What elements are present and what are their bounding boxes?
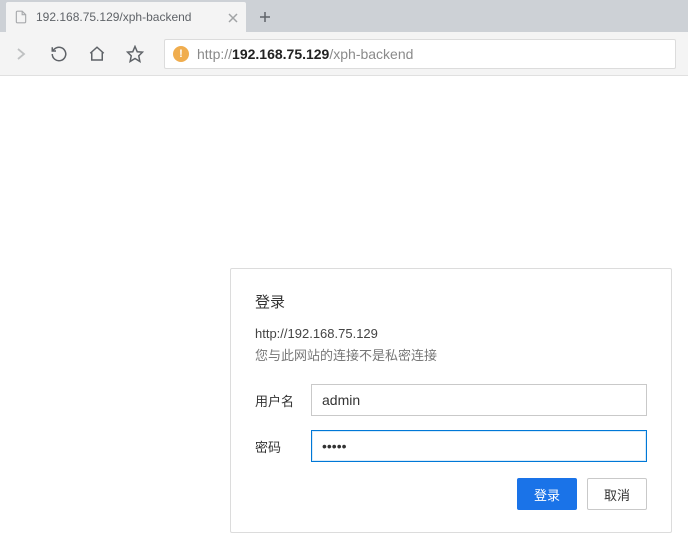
url-text: http://192.168.75.129/xph-backend xyxy=(197,46,413,62)
cancel-button[interactable]: 取消 xyxy=(587,478,647,510)
url-path: /xph-backend xyxy=(329,46,413,62)
tab-strip: 192.168.75.129/xph-backend xyxy=(0,0,688,32)
new-tab-button[interactable] xyxy=(250,2,280,32)
close-tab-icon[interactable] xyxy=(228,12,238,22)
page-icon xyxy=(14,10,28,24)
dialog-origin: http://192.168.75.129 xyxy=(255,326,647,341)
password-input[interactable] xyxy=(311,430,647,462)
password-row: 密码 xyxy=(255,430,647,462)
content-area: 登录 http://192.168.75.129 您与此网站的连接不是私密连接 … xyxy=(0,76,688,513)
address-bar[interactable]: ! http://192.168.75.129/xph-backend xyxy=(164,39,676,69)
url-host: 192.168.75.129 xyxy=(232,46,329,62)
login-button[interactable]: 登录 xyxy=(517,478,577,510)
dialog-title: 登录 xyxy=(255,291,647,312)
username-label: 用户名 xyxy=(255,391,303,410)
forward-button[interactable] xyxy=(12,45,30,63)
toolbar: ! http://192.168.75.129/xph-backend xyxy=(0,32,688,76)
dialog-buttons: 登录 取消 xyxy=(255,478,647,510)
reload-button[interactable] xyxy=(50,45,68,63)
favorite-button[interactable] xyxy=(126,45,144,63)
url-protocol: http:// xyxy=(197,46,232,62)
auth-dialog: 登录 http://192.168.75.129 您与此网站的连接不是私密连接 … xyxy=(230,268,672,533)
browser-tab[interactable]: 192.168.75.129/xph-backend xyxy=(6,2,246,32)
username-input[interactable] xyxy=(311,384,647,416)
home-button[interactable] xyxy=(88,45,106,63)
password-label: 密码 xyxy=(255,437,303,456)
insecure-warning-icon: ! xyxy=(173,46,189,62)
username-row: 用户名 xyxy=(255,384,647,416)
dialog-warning: 您与此网站的连接不是私密连接 xyxy=(255,345,647,364)
tab-title: 192.168.75.129/xph-backend xyxy=(36,10,220,24)
